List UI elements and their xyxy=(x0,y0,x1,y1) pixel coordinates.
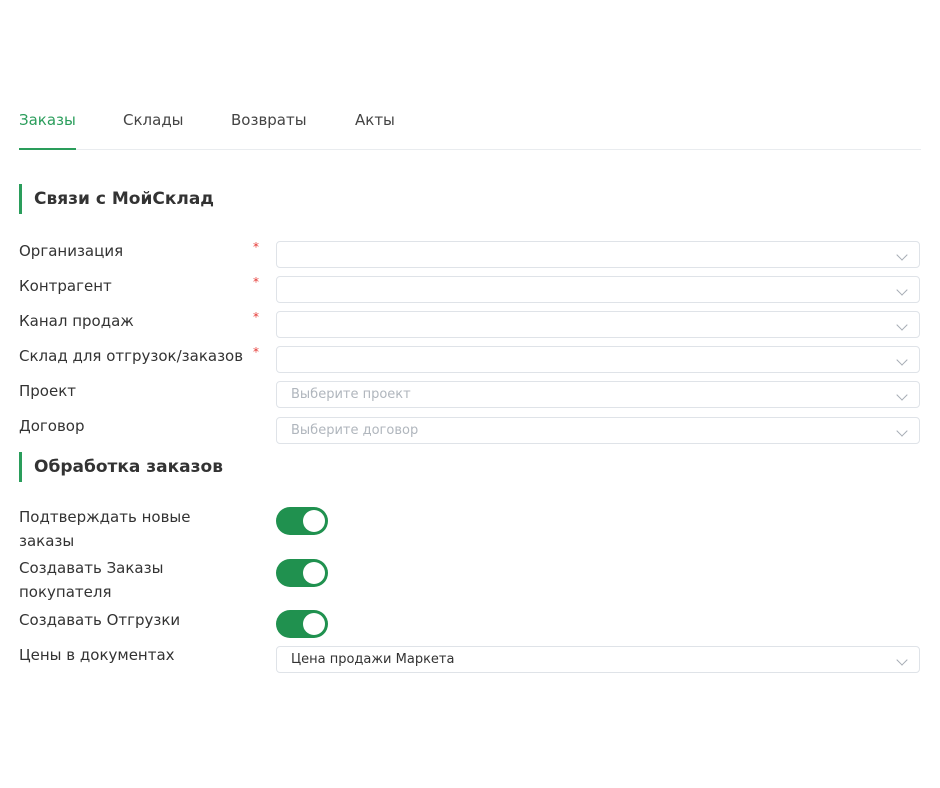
confirm-new-orders-label: Подтверждать новые заказы xyxy=(19,508,191,550)
project-select[interactable]: Выберите проект xyxy=(276,381,920,408)
create-shipments-toggle[interactable] xyxy=(276,610,328,638)
toggle-knob xyxy=(303,613,325,635)
sales-channel-select[interactable] xyxy=(276,311,920,338)
section-title-links: Связи с МойСклад xyxy=(19,184,214,214)
tab-warehouses[interactable]: Склады xyxy=(123,108,184,149)
chevron-down-icon xyxy=(896,284,908,296)
required-mark: * xyxy=(253,310,259,324)
organization-select[interactable] xyxy=(276,241,920,268)
toggle-knob xyxy=(303,510,325,532)
tab-acts[interactable]: Акты xyxy=(355,108,395,149)
prices-in-documents-select[interactable]: Цена продажи Маркета xyxy=(276,646,920,673)
chevron-down-icon xyxy=(896,354,908,366)
chevron-down-icon xyxy=(896,389,908,401)
create-shipments-label: Создавать Отгрузки xyxy=(19,611,181,629)
tab-bar: Заказы Склады Возвраты Акты xyxy=(19,108,921,150)
warehouse-label: Склад для отгрузок/заказов xyxy=(19,347,244,365)
organization-label: Организация xyxy=(19,242,124,260)
tab-returns[interactable]: Возвраты xyxy=(231,108,307,149)
chevron-down-icon xyxy=(896,249,908,261)
required-mark: * xyxy=(253,240,259,254)
prices-in-documents-value: Цена продажи Маркета xyxy=(291,652,455,667)
contract-placeholder: Выберите договор xyxy=(291,423,419,438)
contract-label: Договор xyxy=(19,417,85,435)
tab-orders[interactable]: Заказы xyxy=(19,108,76,150)
counterparty-label: Контрагент xyxy=(19,277,112,295)
project-label: Проект xyxy=(19,382,77,400)
confirm-new-orders-toggle[interactable] xyxy=(276,507,328,535)
contract-select[interactable]: Выберите договор xyxy=(276,417,920,444)
chevron-down-icon xyxy=(896,425,908,437)
settings-page: Заказы Склады Возвраты Акты Связи с МойС… xyxy=(0,0,940,788)
toggle-knob xyxy=(303,562,325,584)
create-customer-orders-label: Создавать Заказы покупателя xyxy=(19,559,164,601)
project-placeholder: Выберите проект xyxy=(291,387,411,402)
prices-in-documents-label: Цены в документах xyxy=(19,646,175,664)
create-customer-orders-toggle[interactable] xyxy=(276,559,328,587)
required-mark: * xyxy=(253,345,259,359)
counterparty-select[interactable] xyxy=(276,276,920,303)
section-title-processing: Обработка заказов xyxy=(19,452,223,482)
chevron-down-icon xyxy=(896,319,908,331)
required-mark: * xyxy=(253,275,259,289)
chevron-down-icon xyxy=(896,654,908,666)
sales-channel-label: Канал продаж xyxy=(19,312,134,330)
warehouse-select[interactable] xyxy=(276,346,920,373)
